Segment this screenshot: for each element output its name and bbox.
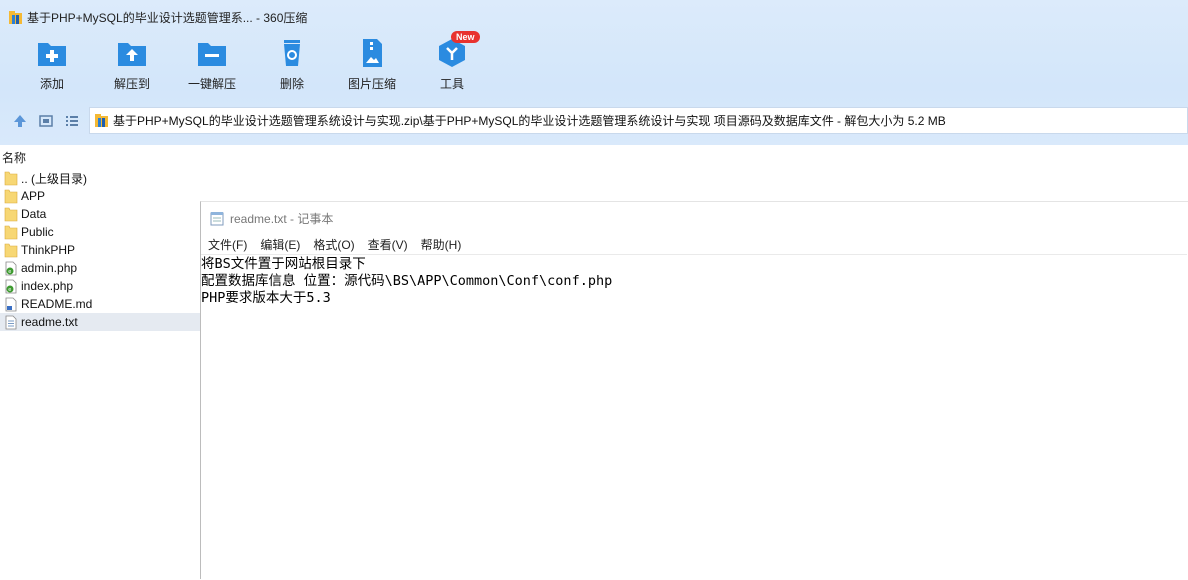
list-item[interactable]: Data — [0, 205, 200, 223]
file-name: Data — [21, 207, 47, 221]
list-view-button[interactable] — [63, 112, 81, 130]
menu-file[interactable]: 文件(F) — [208, 236, 247, 253]
file-name: ThinkPHP — [21, 243, 76, 257]
toolbar: 添加 解压到 一键解压 删除 图片压缩 工具 — [12, 38, 492, 98]
path-text: 基于PHP+MySQL的毕业设计选题管理系统设计与实现.zip\基于PHP+My… — [113, 114, 946, 128]
image-compress-icon — [363, 39, 382, 67]
php-file-icon: e — [5, 261, 17, 275]
up-button[interactable] — [11, 112, 29, 130]
file-name: admin.php — [21, 261, 78, 275]
menu-format[interactable]: 格式(O) — [313, 236, 354, 253]
list-item[interactable]: ThinkPHP — [0, 241, 200, 259]
notepad-title: readme.txt - 记事本 — [230, 212, 334, 226]
add-label: 添加 — [39, 77, 64, 91]
menu-edit[interactable]: 编辑(E) — [260, 236, 300, 253]
list-item[interactable]: e admin.php — [0, 259, 200, 277]
list-item-selected[interactable]: readme.txt — [0, 313, 200, 331]
notepad-window: readme.txt - 记事本 文件(F) 编辑(E) 格式(O) 查看(V)… — [200, 201, 1188, 579]
text-line: 配置数据库信息 位置：源代码\BS\APP\Common\Conf\conf.p… — [201, 273, 613, 289]
thumbnail-view-button[interactable] — [37, 112, 55, 130]
image-compress-label: 图片压缩 — [347, 77, 396, 91]
php-file-icon: e — [5, 279, 17, 293]
file-name: README.md — [21, 297, 93, 311]
list-item-parent-directory[interactable]: .. (上级目录) — [0, 169, 200, 187]
menu-help[interactable]: 帮助(H) — [421, 236, 462, 253]
thumbnail-view-icon — [39, 115, 53, 127]
delete-label: 删除 — [279, 77, 304, 91]
window-title: 基于PHP+MySQL的毕业设计选题管理系... - 360压缩 — [27, 10, 308, 25]
tools-button[interactable]: 工具 — [412, 38, 492, 98]
menu-view[interactable]: 查看(V) — [368, 236, 408, 253]
delete-button[interactable]: 删除 — [252, 38, 332, 98]
folder-icon — [4, 189, 18, 203]
one-click-extract-icon — [198, 43, 226, 66]
list-view-icon — [66, 116, 78, 126]
file-name: index.php — [21, 279, 74, 293]
svg-text:e: e — [8, 269, 11, 275]
add-icon — [38, 43, 66, 66]
image-compress-button[interactable]: 图片压缩 — [332, 38, 412, 98]
archive-app-icon — [9, 10, 22, 24]
add-button[interactable]: 添加 — [12, 38, 92, 98]
text-file-icon — [5, 315, 17, 329]
notepad-text-area[interactable]: 将BS文件置于网站根目录下 配置数据库信息 位置：源代码\BS\APP\Comm… — [201, 254, 1187, 580]
file-name: APP — [21, 189, 46, 203]
notepad-icon — [210, 212, 224, 226]
list-item[interactable]: APP — [0, 187, 200, 205]
list-item[interactable]: README.md — [0, 295, 200, 313]
extract-to-button[interactable]: 解压到 — [92, 38, 172, 98]
name-column-header[interactable]: 名称 — [2, 149, 26, 166]
text-line: 将BS文件置于网站根目录下 — [201, 256, 366, 272]
one-click-extract-label: 一键解压 — [187, 77, 236, 91]
markdown-file-icon — [5, 297, 17, 311]
folder-icon — [4, 225, 18, 239]
file-name: readme.txt — [21, 315, 78, 329]
path-bar[interactable]: 基于PHP+MySQL的毕业设计选题管理系统设计与实现.zip\基于PHP+My… — [89, 107, 1188, 134]
notepad-menu-bar: 文件(F) 编辑(E) 格式(O) 查看(V) 帮助(H) — [208, 236, 461, 253]
one-click-extract-button[interactable]: 一键解压 — [172, 38, 252, 98]
column-header[interactable]: 名称 — [0, 145, 1188, 167]
title-bar: 基于PHP+MySQL的毕业设计选题管理系... - 360压缩 — [8, 8, 307, 26]
delete-icon — [284, 40, 300, 66]
notepad-title-bar: readme.txt - 记事本 — [210, 210, 333, 227]
folder-icon — [4, 207, 18, 221]
file-name: .. (上级目录) — [21, 171, 87, 186]
top-bar: 基于PHP+MySQL的毕业设计选题管理系... - 360压缩 添加 解压到 … — [0, 0, 1188, 145]
folder-icon — [4, 243, 18, 257]
list-item[interactable]: Public — [0, 223, 200, 241]
tools-label: 工具 — [439, 77, 464, 91]
extract-to-label: 解压到 — [113, 77, 150, 91]
new-badge: New — [451, 31, 480, 43]
file-list: .. (上级目录) APP Data Public ThinkPHP e adm… — [0, 169, 200, 331]
folder-icon — [4, 171, 18, 185]
svg-text:e: e — [8, 287, 11, 293]
arrow-up-icon — [14, 115, 26, 127]
text-line: PHP要求版本大于5.3 — [201, 290, 331, 306]
list-item[interactable]: e index.php — [0, 277, 200, 295]
archive-icon — [95, 114, 108, 127]
file-name: Public — [21, 225, 54, 239]
extract-to-icon — [118, 43, 146, 66]
